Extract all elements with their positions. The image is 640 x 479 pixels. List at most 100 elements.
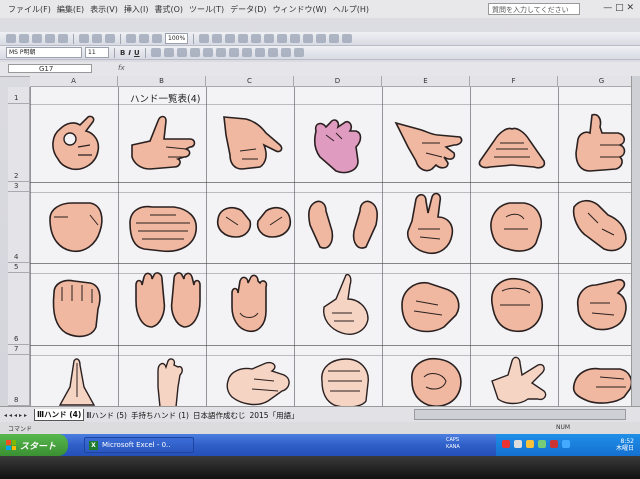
drawing-icon[interactable] [199, 34, 210, 43]
function-icon[interactable]: fx [118, 64, 125, 72]
fill-icon[interactable] [280, 48, 291, 57]
menu-file[interactable]: ファイル(F) [8, 4, 51, 15]
menu-view[interactable]: 表示(V) [90, 4, 118, 15]
align-center-icon[interactable] [163, 48, 174, 57]
line-icon[interactable] [225, 34, 236, 43]
row-header[interactable]: 2 [8, 104, 30, 182]
copy-icon[interactable] [92, 34, 102, 43]
menu-help[interactable]: ヘルプ(H) [333, 4, 369, 15]
sheet-tab-hand-4[interactable]: Ⅲハンド (4) [34, 409, 85, 421]
tray-antivirus-icon[interactable] [550, 440, 558, 448]
row-header[interactable]: 5 [8, 263, 30, 273]
menu-data[interactable]: データ(D) [230, 4, 266, 15]
toolbar-separator [73, 33, 74, 44]
font-name-select[interactable]: MS P明朝 [6, 47, 82, 58]
column-header[interactable]: E [382, 76, 470, 87]
rectangle-icon[interactable] [238, 34, 249, 43]
column-header[interactable]: D [294, 76, 382, 87]
cut-icon[interactable] [79, 34, 89, 43]
excel-screen: ファイル(F) 編集(E) 表示(V) 挿入(I) 書式(O) ツール(T) デ… [0, 0, 640, 479]
column-header[interactable]: F [470, 76, 558, 87]
ime-indicator[interactable]: CAPS KANA [446, 437, 460, 451]
column-header[interactable]: G [558, 76, 640, 87]
menu-format[interactable]: 書式(O) [154, 4, 183, 15]
zoom-select[interactable]: 100% [165, 33, 189, 44]
row-headers: 1 2 3 4 5 6 7 8 [8, 87, 30, 406]
merge-center-icon[interactable] [189, 48, 200, 57]
preview-icon[interactable] [58, 34, 68, 43]
row-divider [30, 182, 640, 183]
worksheet-grid: A B C D E F G 1 2 3 4 5 6 7 8 ハンド一覧表(4) [8, 76, 640, 408]
indent-icon[interactable] [254, 48, 265, 57]
save-icon[interactable] [32, 34, 42, 43]
align-right-icon[interactable] [176, 48, 187, 57]
font-color-icon[interactable] [342, 34, 353, 43]
window-controls[interactable]: — □ ✕ [603, 3, 634, 13]
wordart-icon[interactable] [277, 34, 288, 43]
column-header[interactable]: B [118, 76, 206, 87]
font-color-icon[interactable] [293, 48, 304, 57]
bold-button[interactable]: B [120, 49, 125, 57]
taskbar-clock[interactable]: 8:52 木曜日 [616, 438, 634, 452]
cell-area[interactable]: ハンド一覧表(4) [30, 87, 640, 408]
menu-insert[interactable]: 挿入(I) [124, 4, 149, 15]
redo-icon[interactable] [139, 34, 149, 43]
oval-icon[interactable] [251, 34, 262, 43]
row-divider [30, 345, 640, 346]
align-left-icon[interactable] [150, 48, 161, 57]
row-header[interactable]: 4 [8, 192, 30, 263]
currency-icon[interactable] [202, 48, 213, 57]
textbox-icon[interactable] [264, 34, 275, 43]
open-icon[interactable] [19, 34, 29, 43]
undo-icon[interactable] [126, 34, 136, 43]
decimal-icon[interactable] [241, 48, 252, 57]
line-color-icon[interactable] [329, 34, 340, 43]
tab-scroll-buttons[interactable]: ◂◂◂▸▸ [0, 412, 34, 419]
reaching-hand-icon [572, 199, 627, 252]
print-icon[interactable] [45, 34, 55, 43]
sheet-tab-2015-terms[interactable]: 2015「用語」 [247, 410, 300, 421]
tray-warning-icon[interactable] [526, 440, 534, 448]
tray-volume-icon[interactable] [562, 440, 570, 448]
row-header[interactable]: 6 [8, 273, 30, 345]
fist-hand-icon [49, 202, 103, 253]
picture-icon[interactable] [303, 34, 314, 43]
sheet-tab-hand-5[interactable]: Ⅲハンド (5) [84, 410, 129, 421]
thumb-up-fist-icon [575, 113, 626, 172]
font-size-select[interactable]: 11 [85, 47, 109, 58]
borders-icon[interactable] [267, 48, 278, 57]
percent-icon[interactable] [215, 48, 226, 57]
vertical-scrollbar[interactable] [631, 76, 640, 406]
underline-button[interactable]: U [134, 49, 140, 57]
comma-icon[interactable] [228, 48, 239, 57]
closed-fist-front-icon [321, 358, 369, 408]
column-header[interactable]: A [30, 76, 118, 87]
menu-edit[interactable]: 編集(E) [57, 4, 84, 15]
name-box[interactable]: G17 [8, 64, 92, 73]
row-header[interactable]: 3 [8, 182, 30, 192]
clipart-icon[interactable] [290, 34, 301, 43]
italic-button[interactable]: I [128, 49, 131, 57]
fill-color-icon[interactable] [316, 34, 327, 43]
sheet-tab-tehand-1[interactable]: 手持ちハンド (1) [129, 410, 191, 421]
tray-security-icon[interactable] [502, 440, 510, 448]
start-button[interactable]: スタート [0, 434, 68, 456]
pointing-forward-hand-icon [576, 278, 627, 331]
column-header[interactable]: C [206, 76, 294, 87]
arrow-icon[interactable] [212, 34, 223, 43]
paste-icon[interactable] [105, 34, 115, 43]
row-header[interactable]: 1 [8, 87, 30, 104]
taskbar-excel-window[interactable]: X Microsoft Excel - 0.. [84, 437, 194, 453]
help-question-input[interactable]: 質問を入力してください [488, 3, 580, 15]
horizontal-scrollbar[interactable] [414, 409, 626, 420]
row-header[interactable]: 8 [8, 355, 30, 406]
sheet-tab-japanese[interactable]: 日本語作成むじ [191, 410, 248, 421]
tray-update-icon[interactable] [538, 440, 546, 448]
tray-network-icon[interactable] [514, 440, 522, 448]
new-icon[interactable] [6, 34, 16, 43]
pointing-hand-icon [223, 116, 283, 170]
menu-tools[interactable]: ツール(T) [189, 4, 224, 15]
menu-window[interactable]: ウィンドウ(W) [273, 4, 327, 15]
row-header[interactable]: 7 [8, 345, 30, 355]
sum-icon[interactable] [152, 34, 162, 43]
